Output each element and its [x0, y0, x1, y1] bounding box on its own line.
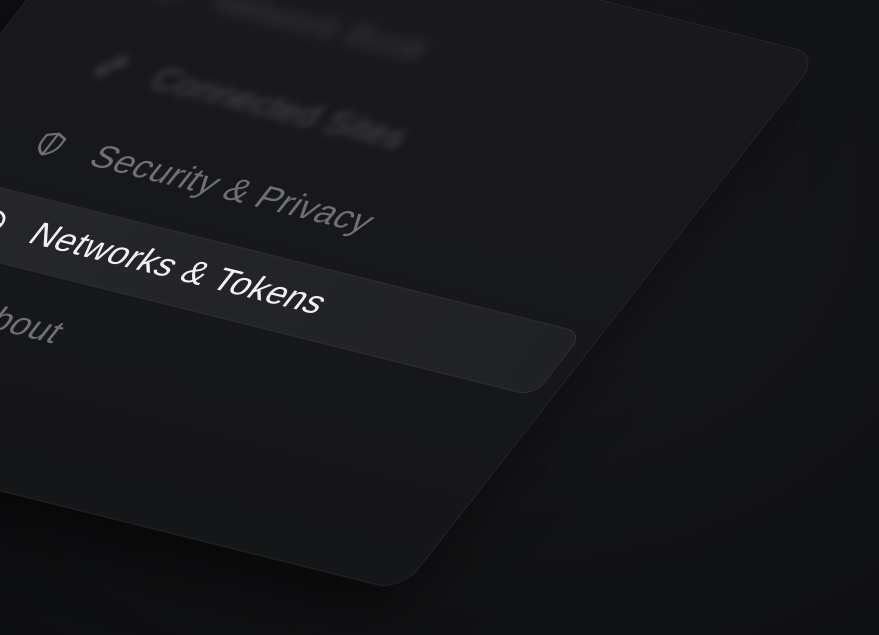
shield-icon: [23, 125, 79, 163]
sidebar-item-about[interactable]: About: [0, 269, 82, 361]
sidebar-item-label: About: [0, 295, 74, 350]
link-icon: [83, 48, 139, 86]
sidebar-item-label: Connected Sites: [142, 60, 418, 156]
stage: Network Book Connected Sites Security & …: [0, 0, 879, 635]
sidebar-item-label: Network Book: [203, 0, 440, 69]
globe-icon: [0, 203, 18, 241]
sidebar-menu: Network Book Connected Sites Security & …: [0, 0, 819, 590]
wallet-icon: [144, 0, 200, 8]
settings-sidebar-panel: Network Book Connected Sites Security & …: [0, 0, 821, 592]
